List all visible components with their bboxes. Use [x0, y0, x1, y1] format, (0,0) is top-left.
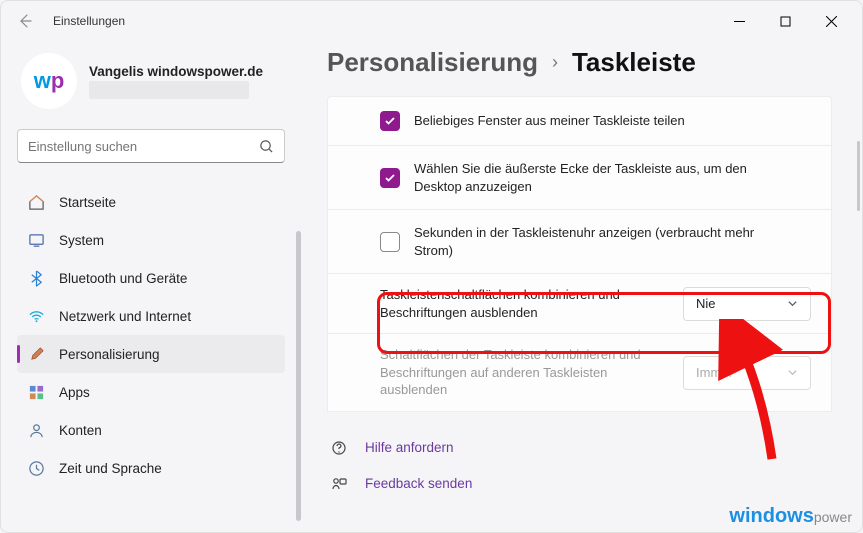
feedback-link[interactable]: Feedback senden: [327, 466, 832, 502]
checkbox-unchecked-icon[interactable]: [380, 232, 400, 252]
search-icon: [259, 139, 274, 154]
chevron-down-icon: [787, 367, 798, 378]
titlebar: Einstellungen: [1, 1, 862, 41]
sidebar-item-label: Bluetooth und Geräte: [59, 271, 187, 286]
setting-label: Wählen Sie die äußerste Ecke der Tasklei…: [414, 160, 781, 195]
home-icon: [27, 193, 45, 211]
back-button[interactable]: [9, 5, 41, 37]
profile-email: [89, 81, 249, 99]
breadcrumb-current: Taskleiste: [572, 47, 696, 78]
nav: Startseite System Bluetooth und Geräte N…: [17, 183, 285, 487]
sidebar-item-accounts[interactable]: Konten: [17, 411, 285, 449]
sidebar-item-label: System: [59, 233, 104, 248]
setting-desktop-corner[interactable]: Wählen Sie die äußerste Ecke der Tasklei…: [327, 146, 832, 210]
search-input[interactable]: [17, 129, 285, 163]
sidebar-item-home[interactable]: Startseite: [17, 183, 285, 221]
link-text: Feedback senden: [365, 476, 472, 491]
setting-clock-seconds[interactable]: Sekunden in der Taskleistenuhr anzeigen …: [327, 210, 832, 274]
window-title: Einstellungen: [53, 14, 125, 28]
sidebar-item-label: Apps: [59, 385, 90, 400]
select-value: Immer: [696, 365, 733, 380]
combine-other-select: Immer: [683, 356, 811, 390]
clock-icon: [27, 459, 45, 477]
window-controls: [716, 5, 854, 37]
breadcrumb: Personalisierung › Taskleiste: [327, 47, 832, 78]
setting-label: Schaltflächen der Taskleiste kombinieren…: [380, 346, 665, 399]
footer-links: Hilfe anfordern Feedback senden: [327, 430, 832, 502]
sidebar-item-time[interactable]: Zeit und Sprache: [17, 449, 285, 487]
sidebar-item-personalization[interactable]: Personalisierung: [17, 335, 285, 373]
arrow-left-icon: [17, 13, 33, 29]
setting-combine-other: Schaltflächen der Taskleiste kombinieren…: [327, 334, 832, 412]
help-link[interactable]: Hilfe anfordern: [327, 430, 832, 466]
system-icon: [27, 231, 45, 249]
profile-name: Vangelis windowspower.de: [89, 64, 281, 79]
help-icon: [331, 440, 349, 456]
combine-select[interactable]: Nie: [683, 287, 811, 321]
select-value: Nie: [696, 296, 716, 311]
main-scrollbar[interactable]: [857, 141, 860, 211]
breadcrumb-parent[interactable]: Personalisierung: [327, 47, 538, 78]
account-icon: [27, 421, 45, 439]
brush-icon: [27, 345, 45, 363]
checkbox-checked-icon[interactable]: [380, 111, 400, 131]
main-content: Personalisierung › Taskleiste Beliebiges…: [301, 41, 862, 532]
minimize-button[interactable]: [716, 5, 762, 37]
setting-combine-buttons: Taskleistenschaltflächen kombinieren und…: [327, 274, 832, 334]
close-button[interactable]: [808, 5, 854, 37]
sidebar-item-label: Netzwerk und Internet: [59, 309, 191, 324]
apps-icon: [27, 383, 45, 401]
checkbox-checked-icon[interactable]: [380, 168, 400, 188]
sidebar: wp Vangelis windowspower.de Startseite S…: [1, 41, 301, 532]
maximize-button[interactable]: [762, 5, 808, 37]
profile[interactable]: wp Vangelis windowspower.de: [21, 53, 281, 109]
chevron-right-icon: ›: [552, 52, 558, 73]
setting-label: Taskleistenschaltflächen kombinieren und…: [380, 286, 665, 321]
sidebar-item-bluetooth[interactable]: Bluetooth und Geräte: [17, 259, 285, 297]
link-text: Hilfe anfordern: [365, 440, 454, 455]
setting-label: Beliebiges Fenster aus meiner Taskleiste…: [414, 112, 781, 130]
setting-label: Sekunden in der Taskleistenuhr anzeigen …: [414, 224, 781, 259]
sidebar-item-label: Personalisierung: [59, 347, 160, 362]
sidebar-item-label: Konten: [59, 423, 102, 438]
wifi-icon: [27, 307, 45, 325]
feedback-icon: [331, 476, 349, 492]
sidebar-item-label: Startseite: [59, 195, 116, 210]
bluetooth-icon: [27, 269, 45, 287]
chevron-down-icon: [787, 298, 798, 309]
sidebar-item-label: Zeit und Sprache: [59, 461, 162, 476]
setting-share-window[interactable]: Beliebiges Fenster aus meiner Taskleiste…: [327, 96, 832, 146]
sidebar-item-apps[interactable]: Apps: [17, 373, 285, 411]
sidebar-item-system[interactable]: System: [17, 221, 285, 259]
sidebar-item-network[interactable]: Netzwerk und Internet: [17, 297, 285, 335]
search-field[interactable]: [28, 139, 259, 154]
avatar: wp: [21, 53, 77, 109]
